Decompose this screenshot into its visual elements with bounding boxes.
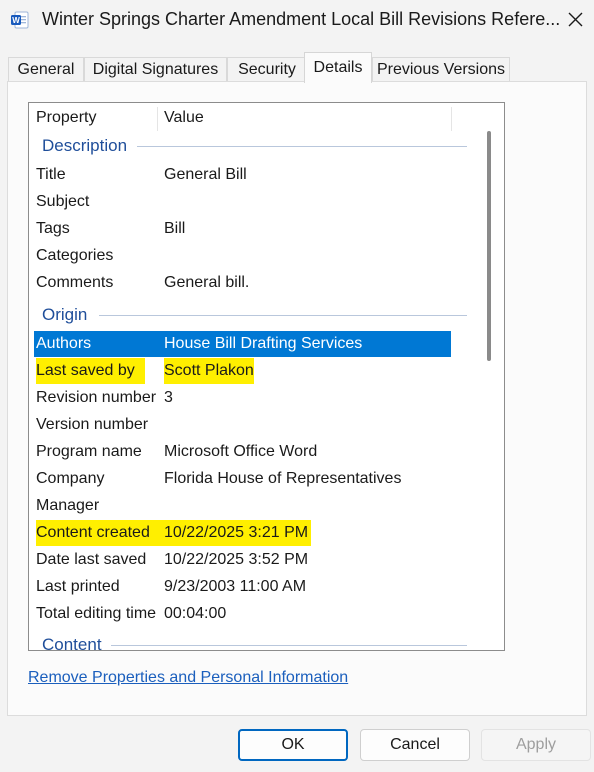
column-header-value[interactable]: Value	[164, 105, 204, 131]
list-item-selected[interactable]: Authors House Bill Drafting Services	[34, 331, 451, 357]
word-document-icon: W	[11, 11, 29, 29]
window-title: Winter Springs Charter Amendment Local B…	[42, 9, 561, 29]
group-description: Description	[42, 136, 128, 155]
column-divider[interactable]	[451, 107, 452, 131]
list-item[interactable]: Content created 10/22/2025 3:21 PM	[34, 520, 451, 546]
property-name: Last printed	[36, 578, 120, 595]
property-value: House Bill Drafting Services	[164, 335, 363, 352]
group-divider	[111, 645, 467, 646]
list-item[interactable]: Company Florida House of Representatives	[34, 466, 451, 492]
tab-digital-signatures[interactable]: Digital Signatures	[84, 57, 227, 83]
property-value: Microsoft Office Word	[164, 443, 318, 460]
property-name-highlighted: Last saved by	[36, 358, 145, 384]
tab-strip: General Digital Signatures Security Deta…	[8, 52, 588, 83]
property-value: Bill	[164, 220, 186, 237]
property-name: Version number	[36, 416, 149, 433]
list-item[interactable]: Categories	[34, 243, 451, 269]
group-origin: Origin	[42, 305, 88, 324]
list-item[interactable]: Tags Bill	[34, 216, 451, 242]
list-item[interactable]: Subject	[34, 189, 451, 215]
property-name: Company	[36, 470, 105, 487]
list-item[interactable]: Revision number 3	[34, 385, 451, 411]
group-divider	[99, 315, 467, 316]
property-name: Categories	[36, 247, 114, 264]
property-name: Tags	[36, 220, 70, 237]
property-name: Date last saved	[36, 551, 147, 568]
tab-general[interactable]: General	[8, 57, 84, 83]
list-item[interactable]: Last printed 9/23/2003 11:00 AM	[34, 574, 451, 600]
apply-button[interactable]: Apply	[481, 729, 591, 761]
property-value: 9/23/2003 11:00 AM	[164, 578, 307, 595]
property-value: 10/22/2025 3:52 PM	[164, 551, 309, 568]
title-bar: W Winter Springs Charter Amendment Local…	[0, 0, 594, 40]
properties-list[interactable]: Property Value Description Title General…	[28, 102, 505, 651]
list-item[interactable]: Date last saved 10/22/2025 3:52 PM	[34, 547, 451, 573]
list-item[interactable]: Version number	[34, 412, 451, 438]
group-divider	[137, 146, 467, 147]
list-item[interactable]: Last saved by Scott Plakon	[34, 358, 451, 384]
close-icon[interactable]	[560, 6, 590, 34]
property-name: Authors	[36, 335, 92, 352]
list-item[interactable]: Title General Bill	[34, 162, 451, 188]
property-value: General bill.	[164, 274, 250, 291]
property-value-highlighted: 10/22/2025 3:21 PM	[164, 520, 312, 546]
property-value: 00:04:00	[164, 605, 227, 622]
list-item[interactable]: Manager	[34, 493, 451, 519]
remove-properties-link[interactable]: Remove Properties and Personal Informati…	[28, 669, 348, 687]
column-divider[interactable]	[157, 107, 158, 131]
property-name: Subject	[36, 193, 90, 210]
property-value: Florida House of Representatives	[164, 470, 402, 487]
property-value: 3	[164, 389, 173, 406]
group-content: Content	[42, 635, 102, 651]
tab-security[interactable]: Security	[227, 57, 307, 83]
property-name: Revision number	[36, 389, 157, 406]
ok-button[interactable]: OK	[238, 729, 348, 761]
list-header: Property Value	[34, 105, 451, 131]
property-value-highlighted: Scott Plakon	[164, 358, 254, 384]
list-item[interactable]: Total editing time 00:04:00	[34, 601, 451, 627]
tab-previous-versions[interactable]: Previous Versions	[372, 57, 510, 83]
cancel-button[interactable]: Cancel	[360, 729, 470, 761]
property-name: Title	[36, 166, 66, 183]
column-header-property[interactable]: Property	[36, 105, 96, 131]
property-name-highlighted: Content created	[36, 520, 164, 546]
property-name: Comments	[36, 274, 114, 291]
scrollbar-thumb[interactable]	[487, 131, 491, 361]
property-name: Program name	[36, 443, 142, 460]
list-item[interactable]: Comments General bill.	[34, 270, 451, 296]
svg-text:W: W	[12, 16, 20, 25]
property-name: Manager	[36, 497, 100, 514]
property-value: General Bill	[164, 166, 247, 183]
property-name: Total editing time	[36, 605, 157, 622]
list-item[interactable]: Program name Microsoft Office Word	[34, 439, 451, 465]
tab-details[interactable]: Details	[304, 52, 372, 83]
